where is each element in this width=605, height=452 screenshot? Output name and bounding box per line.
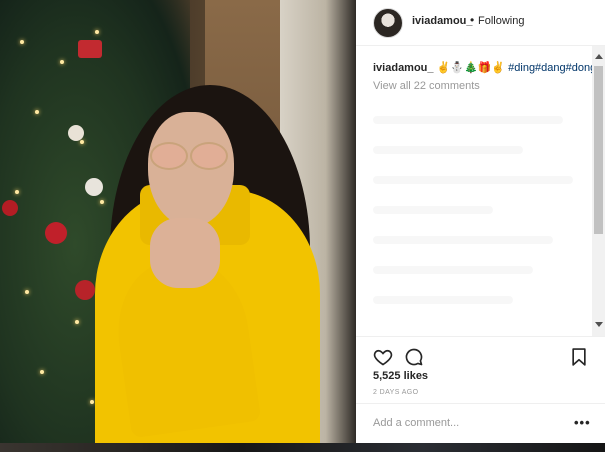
comments-scrollbar[interactable] — [592, 46, 605, 336]
background-feed-strip — [0, 443, 605, 452]
caption-emoji: ✌️⛄️🎄🎁✌️ — [436, 62, 506, 74]
caption-hashtags[interactable]: #ding#dang#dong — [508, 62, 592, 74]
view-all-comments-link[interactable]: View all 22 comments — [373, 80, 480, 92]
post-side-panel: iviadamou_ • Following iviadamou_ ✌️⛄️🎄🎁… — [356, 0, 605, 443]
post-caption: iviadamou_ ✌️⛄️🎄🎁✌️ #ding#dang#dong — [373, 61, 592, 74]
add-comment-input[interactable]: Add a comment... — [373, 417, 459, 429]
comments-list[interactable]: iviadamou_ ✌️⛄️🎄🎁✌️ #ding#dang#dong View… — [356, 46, 592, 336]
likes-count[interactable]: 5,525 likes — [373, 370, 428, 382]
post-actions: 5,525 likes 2 DAYS AGO — [356, 336, 605, 407]
heart-icon[interactable] — [373, 347, 393, 367]
scroll-down-arrow-icon[interactable] — [595, 322, 603, 327]
scroll-up-arrow-icon[interactable] — [595, 54, 603, 59]
post-header: iviadamou_ • Following — [356, 0, 605, 46]
bookmark-icon[interactable] — [569, 347, 589, 367]
scroll-thumb[interactable] — [594, 66, 603, 234]
more-options-icon[interactable]: ••• — [574, 415, 591, 430]
post-timestamp[interactable]: 2 DAYS AGO — [373, 389, 419, 396]
post-photo[interactable] — [0, 0, 356, 443]
post-modal: iviadamou_ • Following iviadamou_ ✌️⛄️🎄🎁… — [0, 0, 605, 443]
following-button[interactable]: Following — [478, 15, 524, 27]
avatar[interactable] — [373, 8, 403, 38]
caption-username[interactable]: iviadamou_ — [373, 62, 434, 74]
comment-box: Add a comment... ••• — [356, 403, 605, 444]
header-username[interactable]: iviadamou_ — [412, 15, 473, 27]
comment-icon[interactable] — [404, 347, 424, 367]
separator-dot: • — [470, 13, 475, 27]
